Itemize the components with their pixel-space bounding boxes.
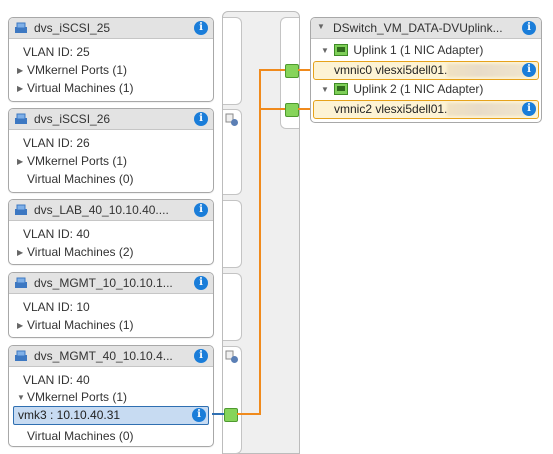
uplink-port-connector[interactable] — [285, 64, 299, 78]
physical-nic-row[interactable]: vmnic2 vlesxi5dell01. i — [313, 100, 539, 119]
portgroup-card[interactable]: dvs_iSCSI_25 i VLAN ID: 25 ▶ VMkernel Por… — [8, 17, 214, 102]
vmkernel-icon — [225, 113, 238, 126]
vlan-id: VLAN ID: 40 — [23, 373, 90, 387]
vmkernel-ports-toggle[interactable]: ▶ VMkernel Ports (1) — [17, 63, 127, 77]
portgroup-header[interactable]: dvs_LAB_40_10.10.40.... i — [9, 200, 213, 221]
triangle-down-icon: ▼ — [17, 393, 25, 402]
portgroup-header[interactable]: dvs_iSCSI_26 i — [9, 109, 213, 130]
virtual-machines-toggle[interactable]: ▶ Virtual Machines (1) — [17, 81, 134, 95]
uplink-portgroup-header[interactable]: ▼ DSwitch_VM_DATA-DVUplink... i — [311, 18, 541, 39]
vmkernel-icon — [225, 350, 238, 363]
vmk-link — [212, 413, 224, 415]
portgroup-title: dvs_MGMT_40_10.10.4... — [34, 349, 173, 363]
nic-icon — [334, 83, 349, 95]
portgroup-title: dvs_MGMT_10_10.10.1... — [34, 276, 173, 290]
network-icon — [15, 22, 27, 33]
portgroup-card[interactable]: dvs_MGMT_40_10.10.4... i VLAN ID: 40 ▼ VM… — [8, 345, 214, 447]
network-icon — [15, 277, 27, 288]
network-icon — [15, 113, 27, 124]
vlan-id: VLAN ID: 26 — [23, 136, 90, 150]
info-icon[interactable]: i — [194, 112, 208, 126]
redacted-hostname — [447, 103, 525, 116]
triangle-right-icon: ▶ — [17, 84, 24, 93]
column-slot — [223, 17, 242, 105]
vmkernel-adapter-row[interactable]: vmk3 : 10.10.40.31 i — [13, 406, 209, 425]
uplink-2-toggle[interactable]: ▼ Uplink 2 (1 NIC Adapter) — [321, 82, 483, 96]
triangle-right-icon: ▶ — [17, 248, 24, 257]
info-icon[interactable]: i — [192, 408, 206, 422]
vlan-id: VLAN ID: 25 — [23, 45, 90, 59]
physical-nic-label: vmnic0 vlesxi5dell01. — [334, 63, 448, 77]
redacted-hostname — [447, 64, 525, 77]
vlan-id: VLAN ID: 10 — [23, 300, 90, 314]
wire-trunk — [259, 69, 261, 415]
triangle-down-icon[interactable]: ▼ — [317, 22, 327, 31]
wire-segment — [259, 69, 285, 71]
nic-icon — [334, 44, 349, 56]
portgroup-header[interactable]: dvs_iSCSI_25 i — [9, 18, 213, 39]
network-icon — [15, 204, 27, 215]
info-icon[interactable]: i — [522, 21, 536, 35]
physical-nic-row[interactable]: vmnic0 vlesxi5dell01. i — [313, 61, 539, 80]
triangle-right-icon: ▶ — [17, 66, 24, 75]
info-icon[interactable]: i — [194, 21, 208, 35]
wire-segment — [259, 108, 285, 110]
uplink-1-toggle[interactable]: ▼ Uplink 1 (1 NIC Adapter) — [321, 43, 483, 57]
portgroup-title: dvs_LAB_40_10.10.40.... — [34, 203, 169, 217]
vmk-port-connector[interactable] — [224, 408, 238, 422]
column-slot — [223, 273, 242, 341]
portgroup-card[interactable]: dvs_LAB_40_10.10.40.... i VLAN ID: 40 ▶ V… — [8, 199, 214, 265]
network-icon — [15, 350, 27, 361]
triangle-right-icon: ▶ — [17, 321, 24, 330]
triangle-down-icon: ▼ — [321, 85, 329, 94]
vlan-id: VLAN ID: 40 — [23, 227, 90, 241]
portgroup-header[interactable]: dvs_MGMT_10_10.10.1... i — [9, 273, 213, 294]
portgroup-title: dvs_iSCSI_25 — [34, 21, 111, 35]
virtual-machines-label: Virtual Machines (0) — [27, 429, 134, 443]
portgroup-header[interactable]: dvs_MGMT_40_10.10.4... i — [9, 346, 213, 367]
vmkernel-ports-toggle[interactable]: ▶ VMkernel Ports (1) — [17, 154, 127, 168]
uplink-portgroup-title: DSwitch_VM_DATA-DVUplink... — [333, 21, 503, 35]
info-icon[interactable]: i — [522, 102, 536, 116]
column-slot — [223, 200, 242, 268]
info-icon[interactable]: i — [194, 349, 208, 363]
virtual-machines-toggle[interactable]: ▶ Virtual Machines (1) — [17, 318, 134, 332]
info-icon[interactable]: i — [194, 203, 208, 217]
physical-nic-label: vmnic2 vlesxi5dell01. — [334, 102, 448, 116]
wire-segment — [237, 413, 261, 415]
uplink-portgroup-card[interactable]: ▼ DSwitch_VM_DATA-DVUplink... i ▼ Uplink… — [310, 17, 542, 123]
uplink-port-connector[interactable] — [285, 103, 299, 117]
triangle-right-icon: ▶ — [17, 157, 24, 166]
vmkernel-ports-toggle[interactable]: ▼ VMkernel Ports (1) — [17, 390, 127, 404]
vmkernel-adapter-label: vmk3 : 10.10.40.31 — [18, 408, 121, 422]
portgroup-card[interactable]: dvs_iSCSI_26 i VLAN ID: 26 ▶ VMkernel Por… — [8, 108, 214, 193]
portgroup-title: dvs_iSCSI_26 — [34, 112, 111, 126]
virtual-machines-toggle[interactable]: ▶ Virtual Machines (2) — [17, 245, 134, 259]
portgroup-card[interactable]: dvs_MGMT_10_10.10.1... i VLAN ID: 10 ▶ Vi… — [8, 272, 214, 338]
info-icon[interactable]: i — [194, 276, 208, 290]
virtual-machines-label: Virtual Machines (0) — [27, 172, 134, 186]
info-icon[interactable]: i — [522, 63, 536, 77]
triangle-down-icon: ▼ — [321, 46, 329, 55]
